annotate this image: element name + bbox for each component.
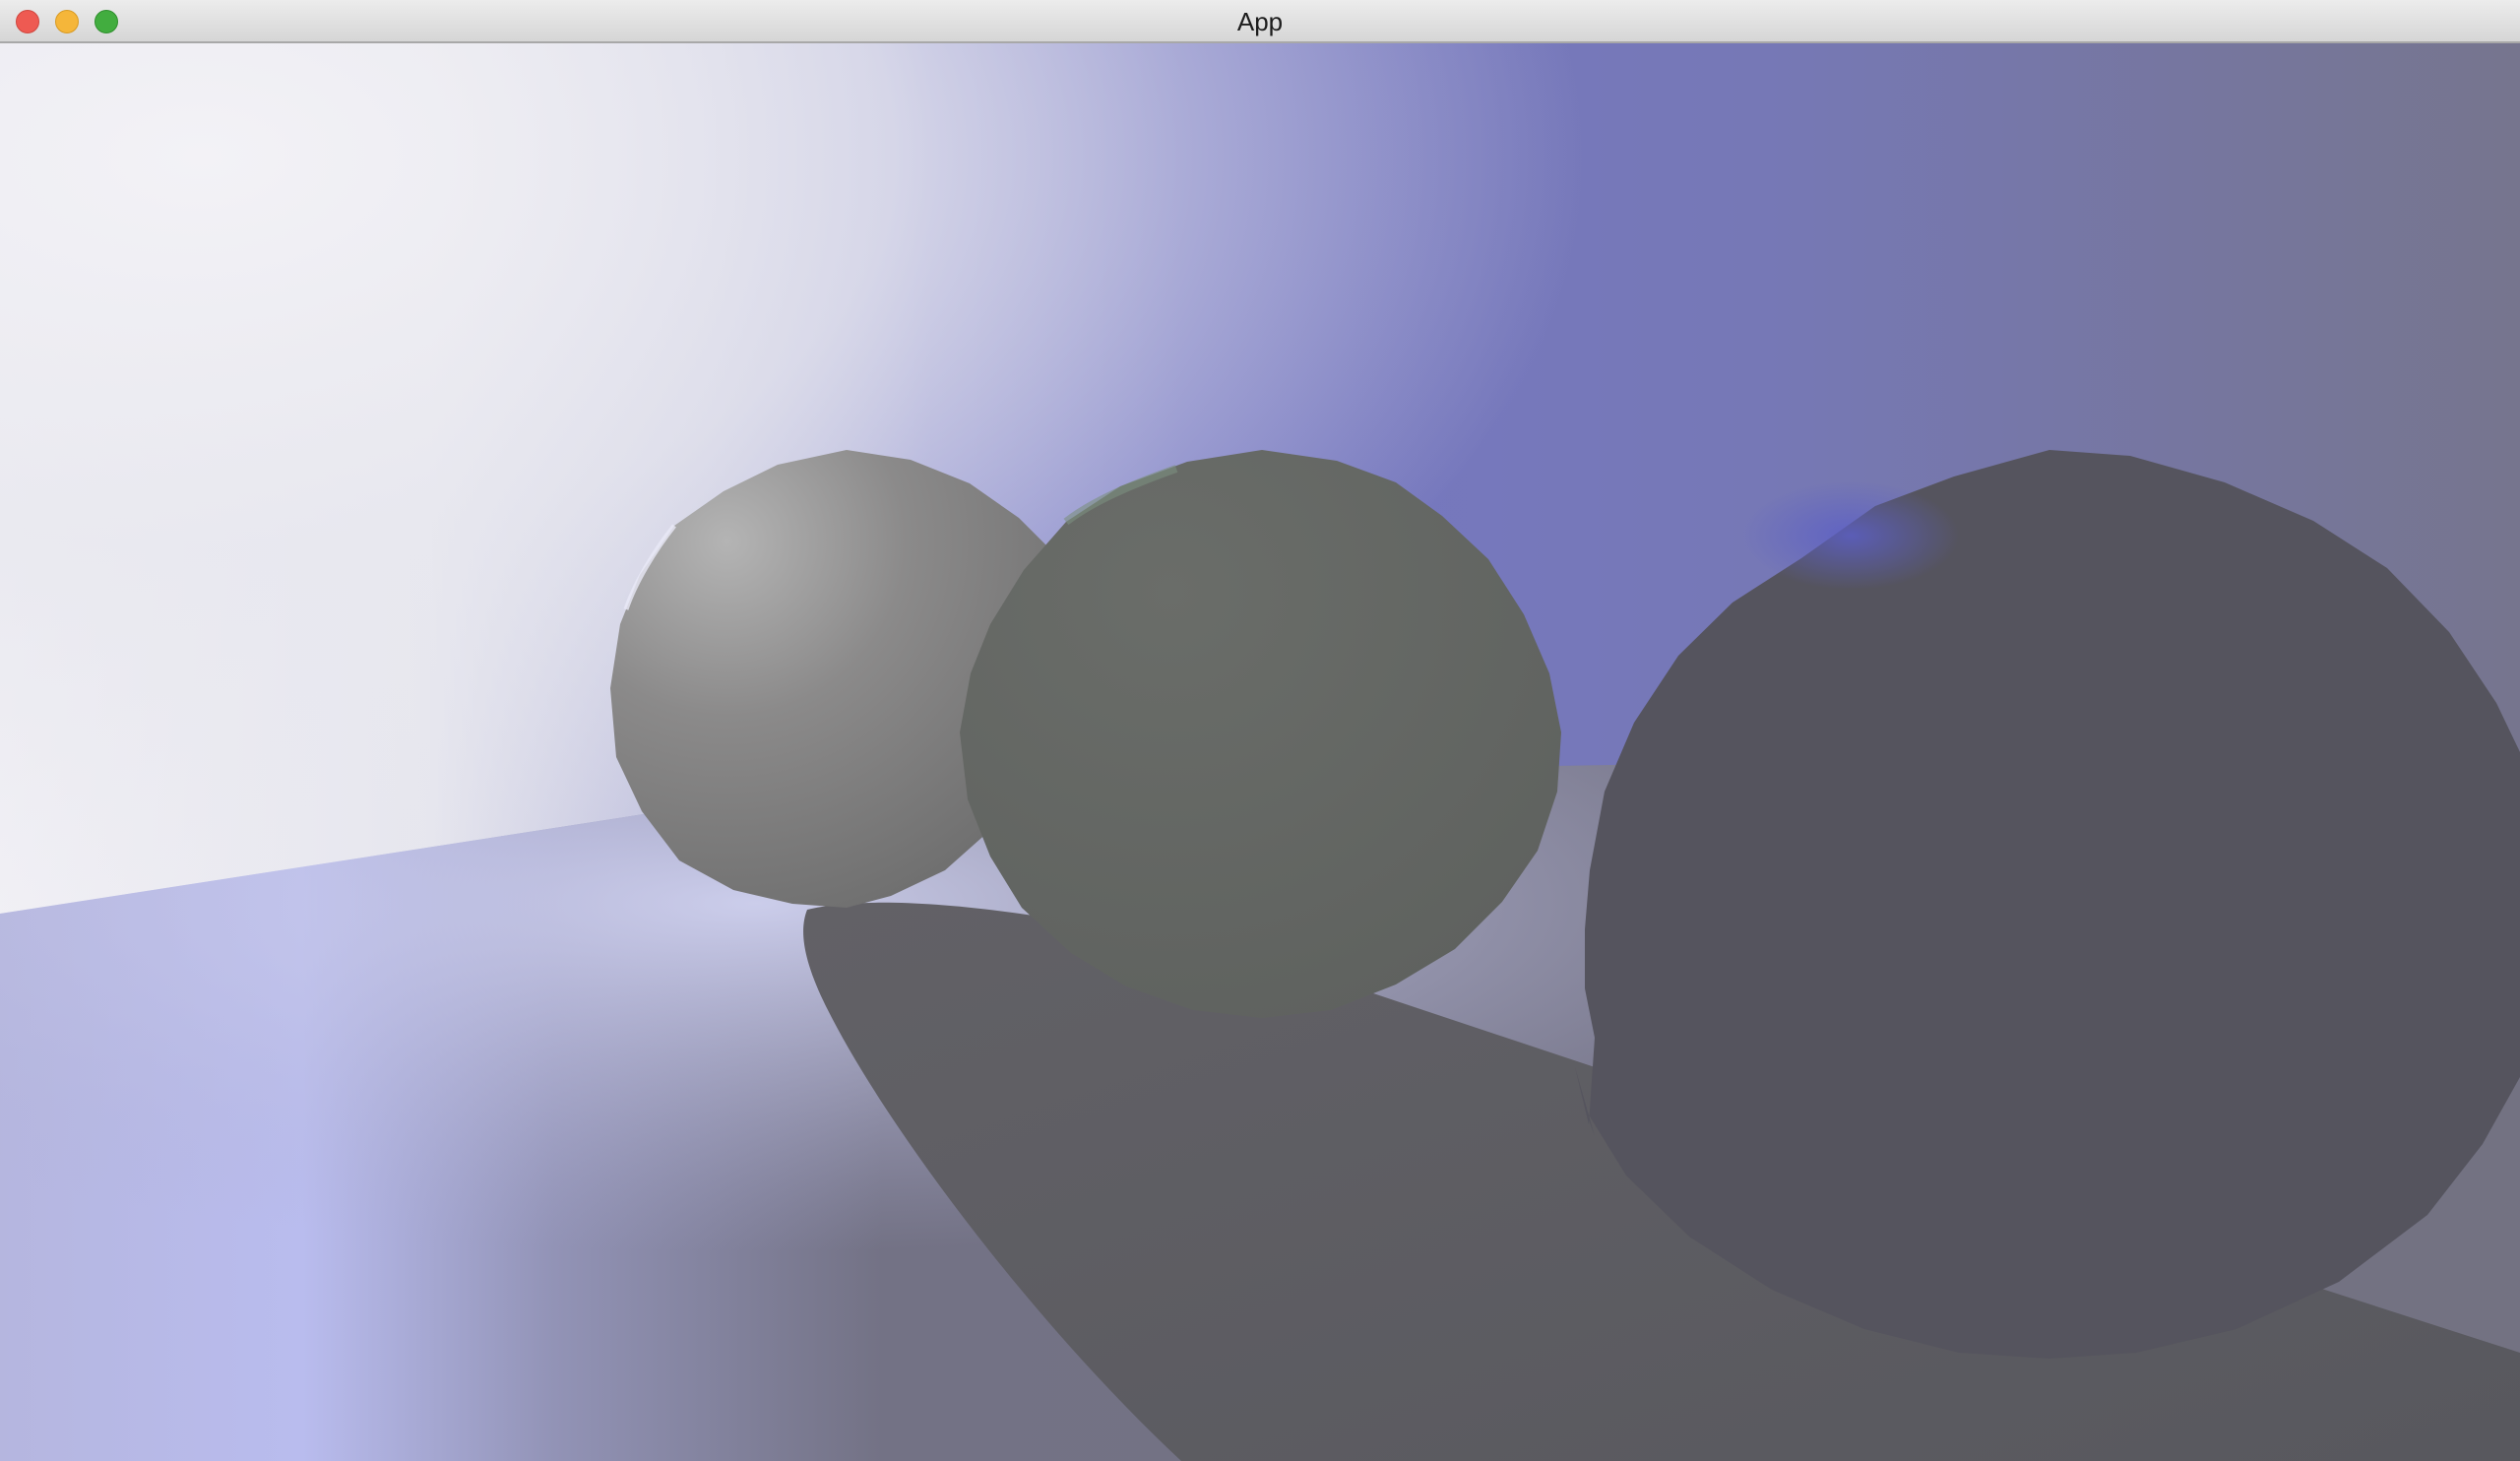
app-window: App <box>0 0 2520 1461</box>
title-bar[interactable]: App <box>0 0 2520 43</box>
window-title: App <box>1236 7 1284 36</box>
render-viewport[interactable] <box>0 43 2520 1461</box>
scene-canvas[interactable] <box>0 43 2520 1461</box>
sphere-large-blue-tint <box>1742 481 1959 590</box>
